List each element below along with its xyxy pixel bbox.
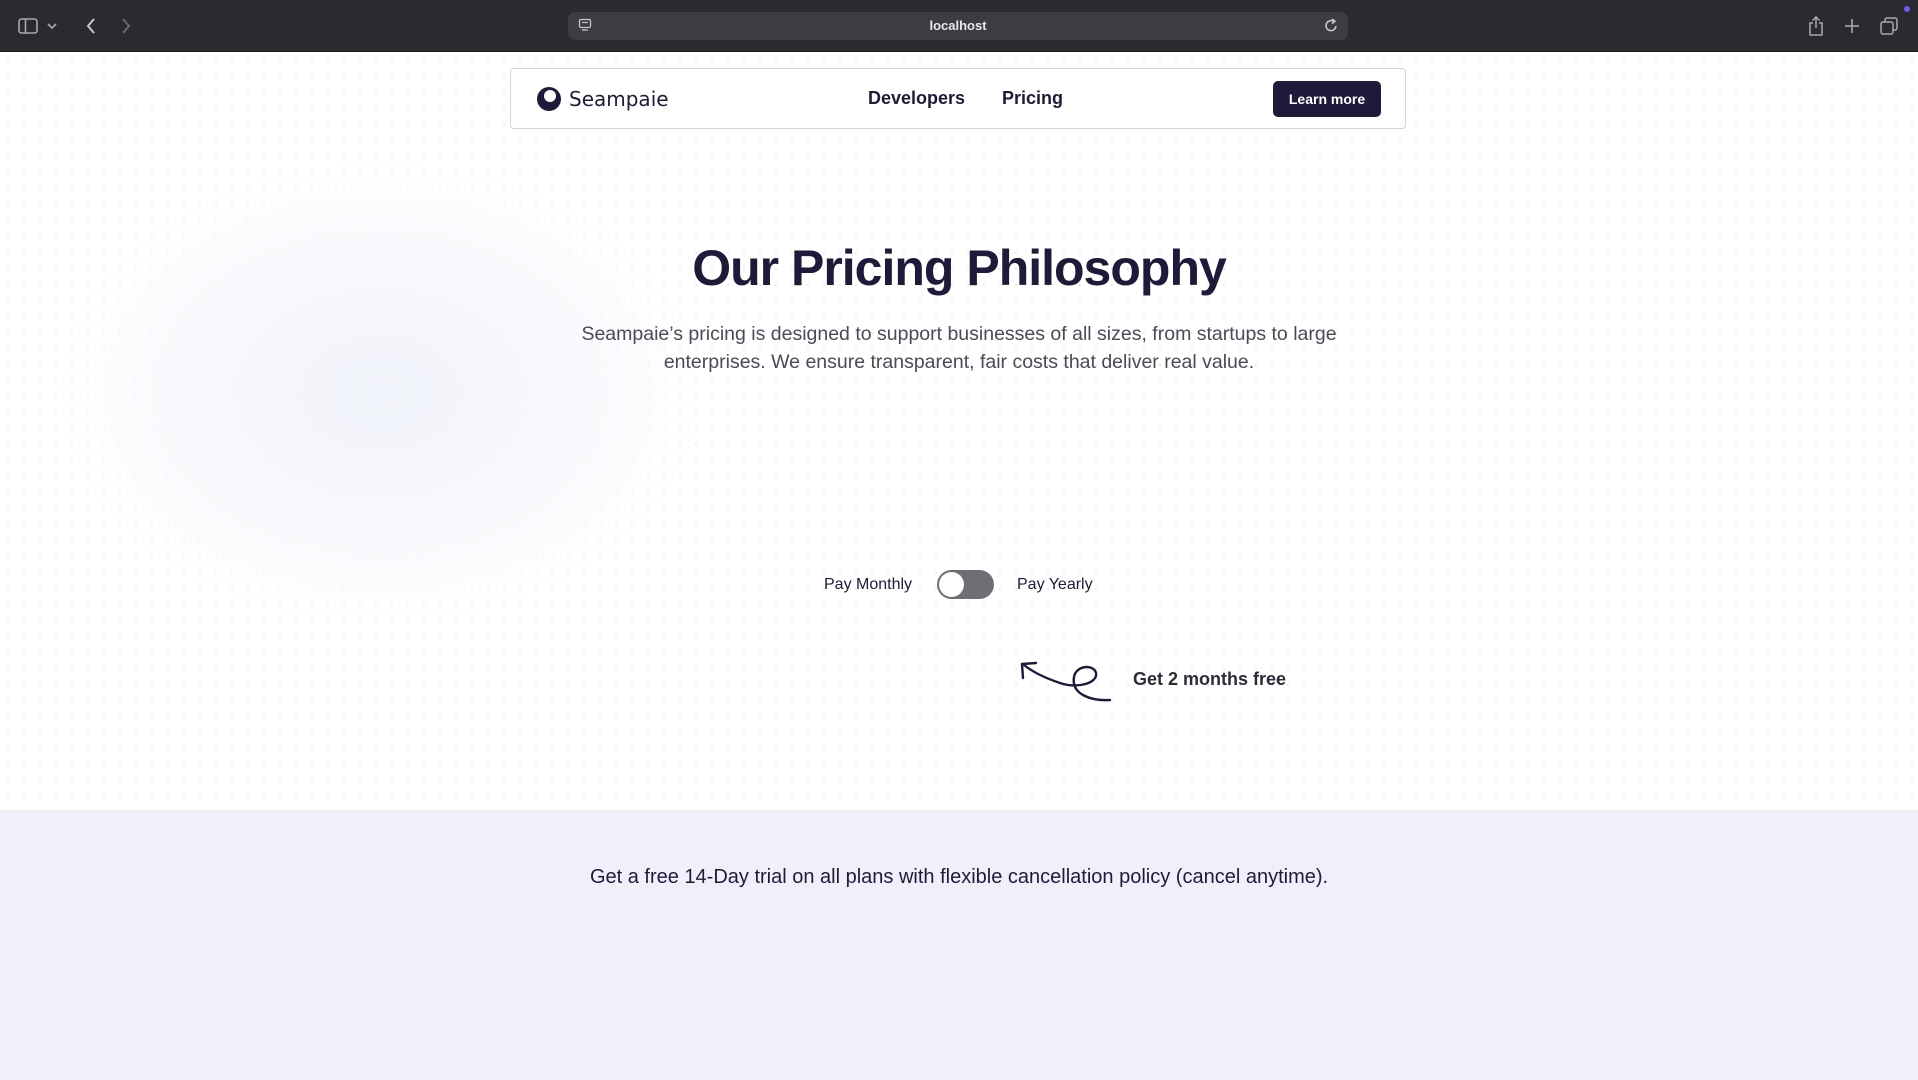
page-subtitle: Seampaie’s pricing is designed to suppor… (581, 323, 1337, 373)
background-glow (60, 163, 700, 623)
sidebar-icon[interactable] (15, 13, 41, 39)
promo-text: Get 2 months free (1133, 669, 1287, 689)
curved-arrow-icon (1020, 661, 1112, 702)
toggle-knob (939, 572, 964, 597)
tabs-overview-icon[interactable] (1876, 13, 1902, 39)
brand-logo[interactable]: Seampaie (537, 87, 669, 111)
promo-callout: Get 2 months free (0, 643, 1918, 713)
nav-link-pricing[interactable]: Pricing (1002, 88, 1063, 109)
trial-banner: Get a free 14-Day trial on all plans wit… (0, 810, 1918, 1080)
page-title: Our Pricing Philosophy (692, 240, 1227, 296)
hero-section: Seampaie Developers Pricing Learn more O… (0, 53, 1918, 810)
notification-dot (1904, 6, 1910, 12)
browser-toolbar: localhost (0, 0, 1918, 52)
page: Seampaie Developers Pricing Learn more O… (0, 53, 1918, 1080)
url-text: localhost (929, 18, 987, 33)
forward-icon[interactable] (113, 13, 139, 39)
new-tab-icon[interactable] (1839, 13, 1865, 39)
chevron-down-icon[interactable] (44, 13, 60, 39)
address-bar[interactable]: localhost (568, 12, 1348, 40)
top-navbar: Seampaie Developers Pricing Learn more (510, 68, 1406, 129)
pay-yearly-label[interactable]: Pay Yearly (1017, 576, 1093, 594)
billing-toggle-row: Pay Monthly Pay Yearly (0, 567, 1918, 599)
back-icon[interactable] (78, 13, 104, 39)
learn-more-button[interactable]: Learn more (1273, 81, 1381, 117)
pay-monthly-label[interactable]: Pay Monthly (824, 576, 912, 594)
nav-link-developers[interactable]: Developers (868, 88, 965, 109)
share-icon[interactable] (1803, 13, 1829, 39)
billing-period-toggle[interactable] (937, 570, 994, 599)
brand-name: Seampaie (569, 87, 669, 111)
trial-text: Get a free 14-Day trial on all plans wit… (589, 866, 1329, 888)
logo-icon (537, 87, 561, 111)
reload-icon[interactable] (1324, 18, 1338, 33)
